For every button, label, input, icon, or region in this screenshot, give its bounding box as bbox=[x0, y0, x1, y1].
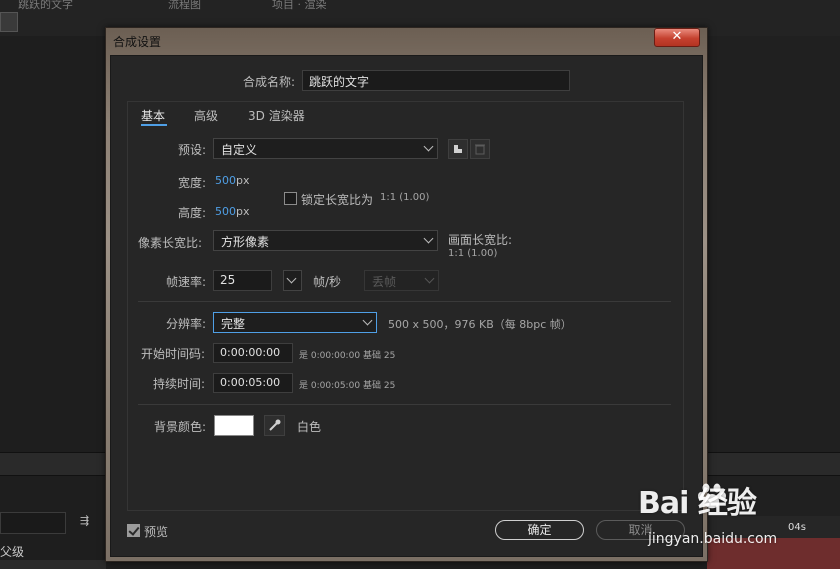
trash-icon bbox=[475, 144, 485, 155]
panel-tab-comp[interactable]: 跳跃的文字 bbox=[18, 0, 73, 12]
chevron-down-icon bbox=[424, 273, 435, 284]
bg-color-name: 白色 bbox=[297, 420, 322, 434]
frame-aspect-value: 1:1 (1.00) bbox=[448, 248, 498, 259]
frame-rate-label: 帧速率: bbox=[166, 275, 207, 289]
duration-base: 基础 25 bbox=[363, 381, 396, 391]
panel-toolbar-left bbox=[0, 452, 106, 476]
close-button[interactable]: ✕ bbox=[654, 28, 700, 47]
chevron-down-icon bbox=[362, 315, 373, 326]
eyedropper-button[interactable] bbox=[264, 415, 285, 436]
drop-frame-value: 丢帧 bbox=[372, 275, 397, 289]
preset-label: 预设: bbox=[178, 143, 207, 157]
resolution-info: 500 x 500，976 KB（每 8bpc 帧） bbox=[388, 318, 572, 331]
drop-frame-dropdown: 丢帧 bbox=[364, 270, 439, 291]
lock-aspect-checkbox[interactable] bbox=[284, 192, 297, 205]
frame-rate-unit: 帧/秒 bbox=[313, 275, 342, 289]
preset-dropdown[interactable]: 自定义 bbox=[213, 138, 438, 159]
comp-name-label: 合成名称: bbox=[243, 75, 296, 89]
active-tab-indicator bbox=[141, 124, 167, 126]
start-timecode-base: 基础 25 bbox=[363, 351, 396, 361]
preset-value: 自定义 bbox=[221, 143, 258, 157]
layer-row[interactable] bbox=[0, 560, 106, 569]
width-value[interactable]: 500 bbox=[215, 174, 236, 187]
divider bbox=[138, 404, 671, 405]
resolution-value: 完整 bbox=[221, 317, 246, 331]
bg-color-swatch[interactable] bbox=[214, 415, 254, 436]
watermark-brand: Bai 经验 bbox=[638, 486, 757, 521]
lock-aspect-label: 锁定长宽比为 bbox=[301, 193, 374, 207]
duration-input[interactable]: 0:00:05:00 bbox=[213, 373, 293, 393]
width-unit: px bbox=[236, 174, 250, 187]
height-value[interactable]: 500 bbox=[215, 205, 236, 218]
preview-checkbox[interactable] bbox=[127, 524, 140, 537]
duration-label: 持续时间: bbox=[153, 377, 206, 391]
tab-basic[interactable]: 基本 bbox=[141, 107, 165, 124]
tab-advanced[interactable]: 高级 bbox=[194, 107, 218, 124]
timeline-tick: 04s bbox=[788, 522, 806, 533]
pixel-aspect-label: 像素长宽比: bbox=[138, 236, 203, 250]
preview-label: 预览 bbox=[144, 525, 169, 539]
chevron-down-icon bbox=[423, 141, 434, 152]
settings-group bbox=[127, 101, 684, 511]
lock-aspect-value: 1:1 (1.00) bbox=[380, 192, 430, 203]
frame-rate-dropdown[interactable] bbox=[283, 270, 302, 291]
duration-info: 是 0:00:05:00 bbox=[299, 381, 361, 391]
resolution-dropdown[interactable]: 完整 bbox=[213, 312, 377, 333]
save-preset-button[interactable] bbox=[448, 139, 468, 159]
chevron-down-icon bbox=[423, 233, 434, 244]
divider bbox=[138, 301, 671, 302]
left-panel bbox=[0, 36, 106, 569]
chevron-down-icon bbox=[286, 273, 297, 284]
frame-aspect-label: 画面长宽比: bbox=[448, 233, 513, 247]
bg-color-label: 背景颜色: bbox=[154, 420, 207, 434]
resolution-label: 分辨率: bbox=[166, 317, 207, 331]
pixel-aspect-value: 方形像素 bbox=[221, 235, 270, 249]
start-timecode-info: 是 0:00:00:00 bbox=[299, 351, 361, 361]
start-timecode-label: 开始时间码: bbox=[141, 347, 206, 361]
comp-name-input[interactable]: 跳跃的文字 bbox=[302, 70, 570, 91]
layer-search-input[interactable] bbox=[0, 512, 66, 534]
frame-rate-input[interactable]: 25 bbox=[213, 270, 272, 291]
height-label: 高度: bbox=[178, 206, 207, 220]
pixel-aspect-dropdown[interactable]: 方形像素 bbox=[213, 230, 438, 251]
panel-tab-flowchart[interactable]: 流程图 bbox=[168, 0, 201, 12]
save-preset-icon bbox=[454, 145, 462, 153]
height-unit: px bbox=[236, 205, 250, 218]
width-label: 宽度: bbox=[178, 176, 207, 190]
ok-button[interactable]: 确定 bbox=[495, 520, 584, 540]
start-timecode-input[interactable]: 0:00:00:00 bbox=[213, 343, 293, 363]
tab-3d-renderer[interactable]: 3D 渲染器 bbox=[248, 107, 305, 124]
panel-tab-project[interactable]: 项目 · 渲染 bbox=[272, 0, 327, 12]
delete-preset-button[interactable] bbox=[470, 139, 490, 159]
watermark-url: jingyan.baidu.com bbox=[648, 531, 778, 547]
dialog-title: 合成设置 bbox=[113, 35, 162, 49]
toolbar-box[interactable] bbox=[0, 12, 18, 32]
eyedropper-icon bbox=[269, 419, 281, 431]
parent-column-label: 父级 bbox=[0, 545, 25, 559]
panel-toolbar-right bbox=[707, 452, 840, 476]
flowchart-icon[interactable]: ⇶ bbox=[80, 514, 89, 527]
